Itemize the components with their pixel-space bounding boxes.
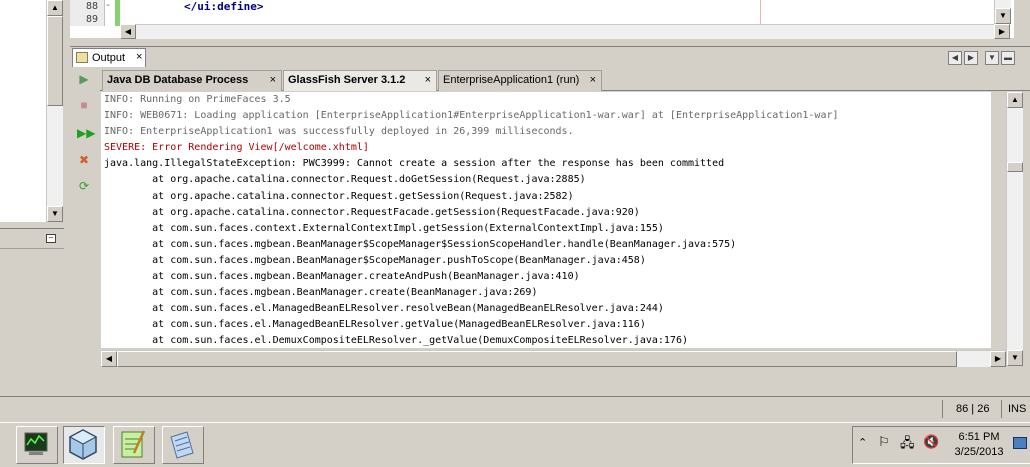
console-line: INFO: EnterpriseApplication1 was success… <box>104 126 574 138</box>
scroll-down-icon[interactable]: ▼ <box>995 8 1011 24</box>
notepad-plus-button[interactable] <box>113 426 155 464</box>
status-divider <box>1001 400 1002 418</box>
panel-divider <box>0 228 64 229</box>
projects-panel <box>0 0 47 222</box>
scroll-thumb[interactable] <box>47 16 63 106</box>
scroll-up-icon[interactable]: ▲ <box>1007 92 1023 108</box>
tab-enterprise-app[interactable]: EnterpriseApplication1 (run) × <box>438 70 602 91</box>
console-line: SEVERE: Error Rendering View[/welcome.xh… <box>104 142 369 154</box>
clock-time: 6:51 PM <box>958 431 1000 443</box>
editor-hscroll[interactable]: ◀ ▶ <box>120 24 1010 39</box>
caret-position: 86 | 26 <box>956 403 990 415</box>
close-icon[interactable]: × <box>425 71 431 89</box>
volume-muted-icon[interactable]: 🔇 <box>923 434 939 450</box>
notepad-plus-icon <box>121 430 146 458</box>
console-line: INFO: WEB0671: Loading application [Ente… <box>104 110 839 122</box>
console-line: at com.sun.faces.el.ManagedBeanELResolve… <box>104 303 664 315</box>
console-line: at com.sun.faces.el.ManagedBeanELResolve… <box>104 319 646 331</box>
console-line: at com.sun.faces.mgbean.BeanManager$Scop… <box>104 238 737 250</box>
rerun-icon[interactable]: ▶ <box>77 72 91 86</box>
minimize-window-icon[interactable]: ▬ <box>1001 51 1015 65</box>
status-bar <box>0 396 1030 423</box>
insert-mode: INS <box>1008 403 1027 415</box>
action-center-flag-icon[interactable]: ⚐ <box>878 434 890 450</box>
scroll-left-icon[interactable]: ◀ <box>101 351 117 367</box>
tab-output[interactable]: Output × <box>72 48 146 67</box>
console-output[interactable]: INFO: Running on PrimeFaces 3.5 INFO: WEB… <box>101 92 991 348</box>
stop-icon[interactable]: ■ <box>77 98 91 112</box>
fold-marker[interactable]: - <box>105 0 115 26</box>
line-number: 88 <box>85 1 98 12</box>
line-number: 89 <box>85 14 98 25</box>
netbeans-icon <box>68 429 98 460</box>
show-hidden-icons-icon[interactable]: ⌃ <box>858 436 867 449</box>
change-marker <box>115 0 120 26</box>
minimize-icon[interactable]: – <box>46 234 56 243</box>
console-line: at com.sun.faces.mgbean.BeanManager.crea… <box>104 271 580 283</box>
output-toolbar <box>70 68 99 368</box>
editor-vscroll[interactable]: ▼ <box>994 0 1011 24</box>
refresh-icon[interactable]: ⟳ <box>77 179 91 193</box>
scroll-tabs-left-icon[interactable]: ◀ <box>948 51 962 65</box>
console-line: at org.apache.catalina.connector.Request… <box>104 206 640 218</box>
network-icon[interactable]: 🖧 <box>900 434 915 456</box>
tab-java-db[interactable]: Java DB Database Process × <box>102 70 282 91</box>
scroll-right-icon[interactable]: ▶ <box>990 351 1006 367</box>
console-line: at org.apache.catalina.connector.Request… <box>104 174 586 186</box>
projects-scrollbar[interactable]: ▲ ▼ <box>46 0 63 222</box>
scroll-thumb[interactable] <box>117 351 957 367</box>
tab-label: EnterpriseApplication1 (run) <box>443 74 580 86</box>
line-number-gutter: 88 89 <box>70 0 105 26</box>
scroll-down-icon[interactable]: ▼ <box>1007 350 1023 366</box>
console-hscroll[interactable]: ◀ ▶ <box>101 350 1006 367</box>
panel-divider <box>0 248 64 249</box>
rerun-fast-icon[interactable]: ▶▶ <box>77 126 95 140</box>
clock[interactable]: 6:51 PM 3/25/2013 <box>950 430 1008 460</box>
console-line: at org.apache.catalina.connector.Request… <box>104 190 574 202</box>
right-margin-line <box>760 0 761 26</box>
output-window-icon <box>76 52 88 63</box>
console-line: INFO: Running on PrimeFaces 3.5 <box>104 94 291 105</box>
show-desktop-icon[interactable] <box>1013 437 1027 449</box>
console-vscroll[interactable]: ▲ ▼ <box>1006 92 1023 366</box>
console-line: java.lang.IllegalStateException: PWC3999… <box>104 158 725 170</box>
code-line[interactable]: </ui:define> <box>184 0 263 13</box>
close-icon[interactable]: × <box>270 71 276 89</box>
console-line: at com.sun.faces.mgbean.BeanManager$Scop… <box>104 254 646 266</box>
scroll-thumb[interactable] <box>1007 162 1023 172</box>
output-header <box>70 46 1030 69</box>
server-manager-button[interactable] <box>16 426 58 464</box>
tab-label: Output <box>92 52 126 64</box>
netbeans-button[interactable] <box>63 426 105 464</box>
console-line: at com.sun.faces.mgbean.BeanManager.crea… <box>104 287 538 299</box>
scroll-tabs-right-icon[interactable]: ▶ <box>964 51 978 65</box>
wordpad-icon <box>170 431 194 459</box>
console-line: at com.sun.faces.el.DemuxCompositeELReso… <box>104 335 688 347</box>
window-menu-icon[interactable]: ▼ <box>985 51 999 65</box>
close-icon[interactable]: × <box>136 51 142 63</box>
tab-glassfish[interactable]: GlassFish Server 3.1.2 × <box>283 70 437 91</box>
clock-date: 3/25/2013 <box>954 446 1004 458</box>
close-icon[interactable]: × <box>590 71 596 89</box>
wordpad-button[interactable] <box>162 426 204 464</box>
server-manager-icon <box>24 432 48 455</box>
scroll-right-icon[interactable]: ▶ <box>994 24 1010 39</box>
tab-label: GlassFish Server 3.1.2 <box>288 74 406 86</box>
scroll-up-icon[interactable]: ▲ <box>47 0 63 16</box>
scroll-left-icon[interactable]: ◀ <box>120 24 136 39</box>
scroll-down-icon[interactable]: ▼ <box>47 206 63 222</box>
status-divider <box>942 400 943 418</box>
clear-icon[interactable]: ✖ <box>77 153 91 167</box>
console-line: at com.sun.faces.context.ExternalContext… <box>104 222 664 234</box>
tab-label: Java DB Database Process <box>107 74 249 86</box>
